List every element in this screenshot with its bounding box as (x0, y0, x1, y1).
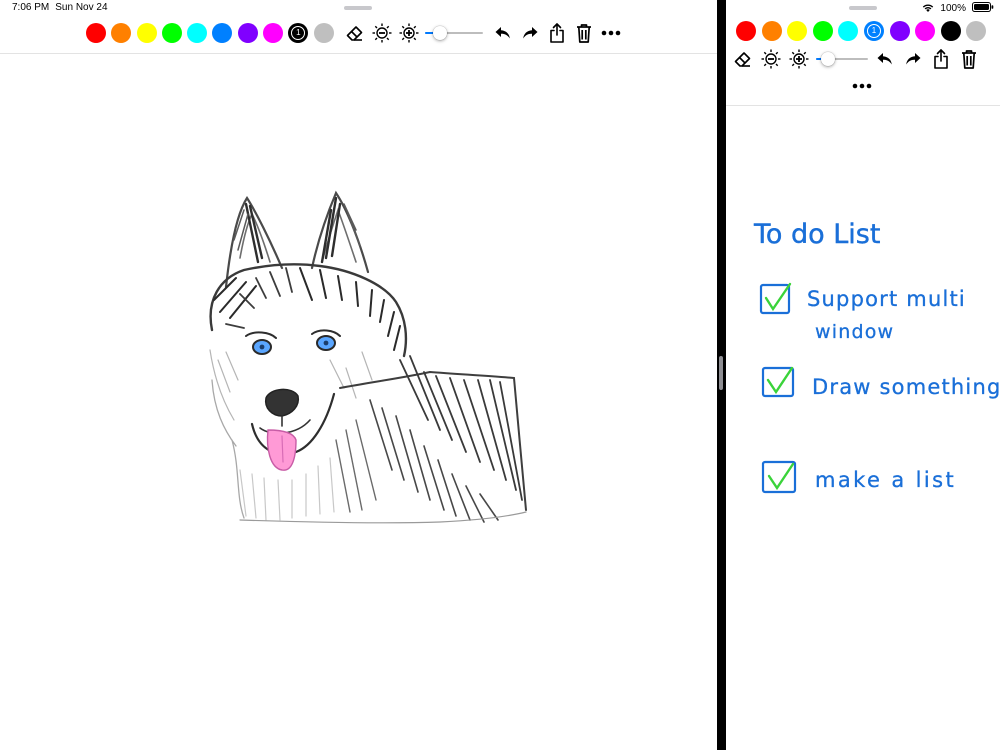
trash-icon[interactable] (573, 22, 595, 44)
left-color-palette: 1 (86, 23, 334, 43)
color-swatch[interactable] (313, 23, 334, 43)
brightness-increase-icon[interactable] (398, 22, 420, 44)
battery-percent: 100% (940, 3, 966, 14)
color-swatch[interactable] (136, 23, 157, 43)
eraser-icon[interactable] (732, 48, 754, 70)
split-view-screen: 7:06 PM Sun Nov 24 1 100% 1 To do List S… (0, 0, 1000, 750)
slider-thumb[interactable] (820, 52, 835, 66)
slider-thumb[interactable] (433, 26, 448, 40)
color-swatch[interactable] (237, 23, 258, 43)
right-color-toolbar: 1 (736, 21, 987, 41)
brightness-decrease-icon[interactable] (371, 22, 393, 44)
left-drawing-window: 7:06 PM Sun Nov 24 1 (0, 0, 717, 750)
todo-item: Support multi window (759, 282, 966, 343)
color-swatch[interactable] (838, 21, 859, 41)
todo-title: To do List (753, 219, 880, 250)
status-time: 7:06 PM (12, 2, 50, 13)
todo-item: Draw something (761, 366, 1000, 399)
todo-item-label: Draw something (812, 375, 1000, 399)
selected-size-indicator: 1 (291, 26, 306, 40)
status-bar-left: 7:06 PM Sun Nov 24 (12, 2, 108, 13)
window-grabber-left[interactable] (344, 6, 372, 10)
todo-item-label: Support multi (807, 287, 966, 311)
color-swatch[interactable] (812, 21, 833, 41)
more-icon[interactable] (851, 75, 873, 97)
todo-item: make a list (761, 460, 956, 494)
split-view-divider-handle[interactable] (719, 356, 723, 390)
brightness-decrease-icon[interactable] (760, 48, 782, 70)
undo-icon[interactable] (874, 48, 896, 70)
battery-icon (972, 2, 994, 15)
color-swatch[interactable] (736, 21, 756, 41)
redo-icon[interactable] (902, 48, 924, 70)
left-toolbar: 1 (86, 22, 622, 44)
more-icon[interactable] (600, 22, 622, 44)
husky-drawing (209, 190, 527, 524)
color-swatch[interactable] (940, 21, 961, 41)
brightness-increase-icon[interactable] (788, 48, 810, 70)
share-icon[interactable] (930, 48, 952, 70)
check-icon (767, 462, 795, 491)
brush-size-slider[interactable] (424, 22, 483, 44)
color-swatch[interactable] (761, 21, 782, 41)
right-tools-toolbar (732, 48, 980, 70)
undo-icon[interactable] (492, 22, 514, 44)
right-drawing-window: 100% 1 To do List Support multi window D… (726, 0, 1000, 750)
todo-checkbox[interactable] (759, 283, 791, 315)
drawing-canvas-right[interactable]: To do List Support multi window Draw som… (726, 106, 1000, 750)
todo-drawing: To do List Support multi window Draw som… (753, 219, 1000, 494)
eraser-icon[interactable] (344, 22, 366, 44)
check-icon (764, 282, 792, 312)
todo-item-label: window (815, 321, 894, 343)
color-swatch[interactable] (212, 23, 233, 43)
color-swatch[interactable] (86, 23, 106, 43)
color-swatch[interactable] (161, 23, 182, 43)
share-icon[interactable] (546, 22, 568, 44)
color-swatch[interactable] (915, 21, 936, 41)
color-swatch[interactable] (187, 23, 208, 43)
color-swatch[interactable]: 1 (288, 23, 309, 43)
right-color-palette: 1 (736, 21, 987, 41)
wifi-icon (922, 3, 934, 15)
color-swatch[interactable] (263, 23, 284, 43)
color-swatch[interactable] (966, 21, 987, 41)
brush-size-slider[interactable] (816, 48, 868, 70)
check-icon (766, 366, 794, 395)
drawing-canvas-left[interactable] (0, 54, 717, 750)
color-swatch[interactable] (889, 21, 910, 41)
window-grabber-right[interactable] (849, 6, 877, 10)
status-bar-right: 100% (922, 2, 994, 15)
redo-icon[interactable] (519, 22, 541, 44)
selected-size-indicator: 1 (866, 24, 881, 38)
color-swatch[interactable] (111, 23, 132, 43)
trash-icon[interactable] (958, 48, 980, 70)
status-date: Sun Nov 24 (55, 2, 108, 13)
todo-item-label: make a list (815, 468, 956, 492)
color-swatch[interactable]: 1 (863, 21, 884, 41)
color-swatch[interactable] (787, 21, 808, 41)
